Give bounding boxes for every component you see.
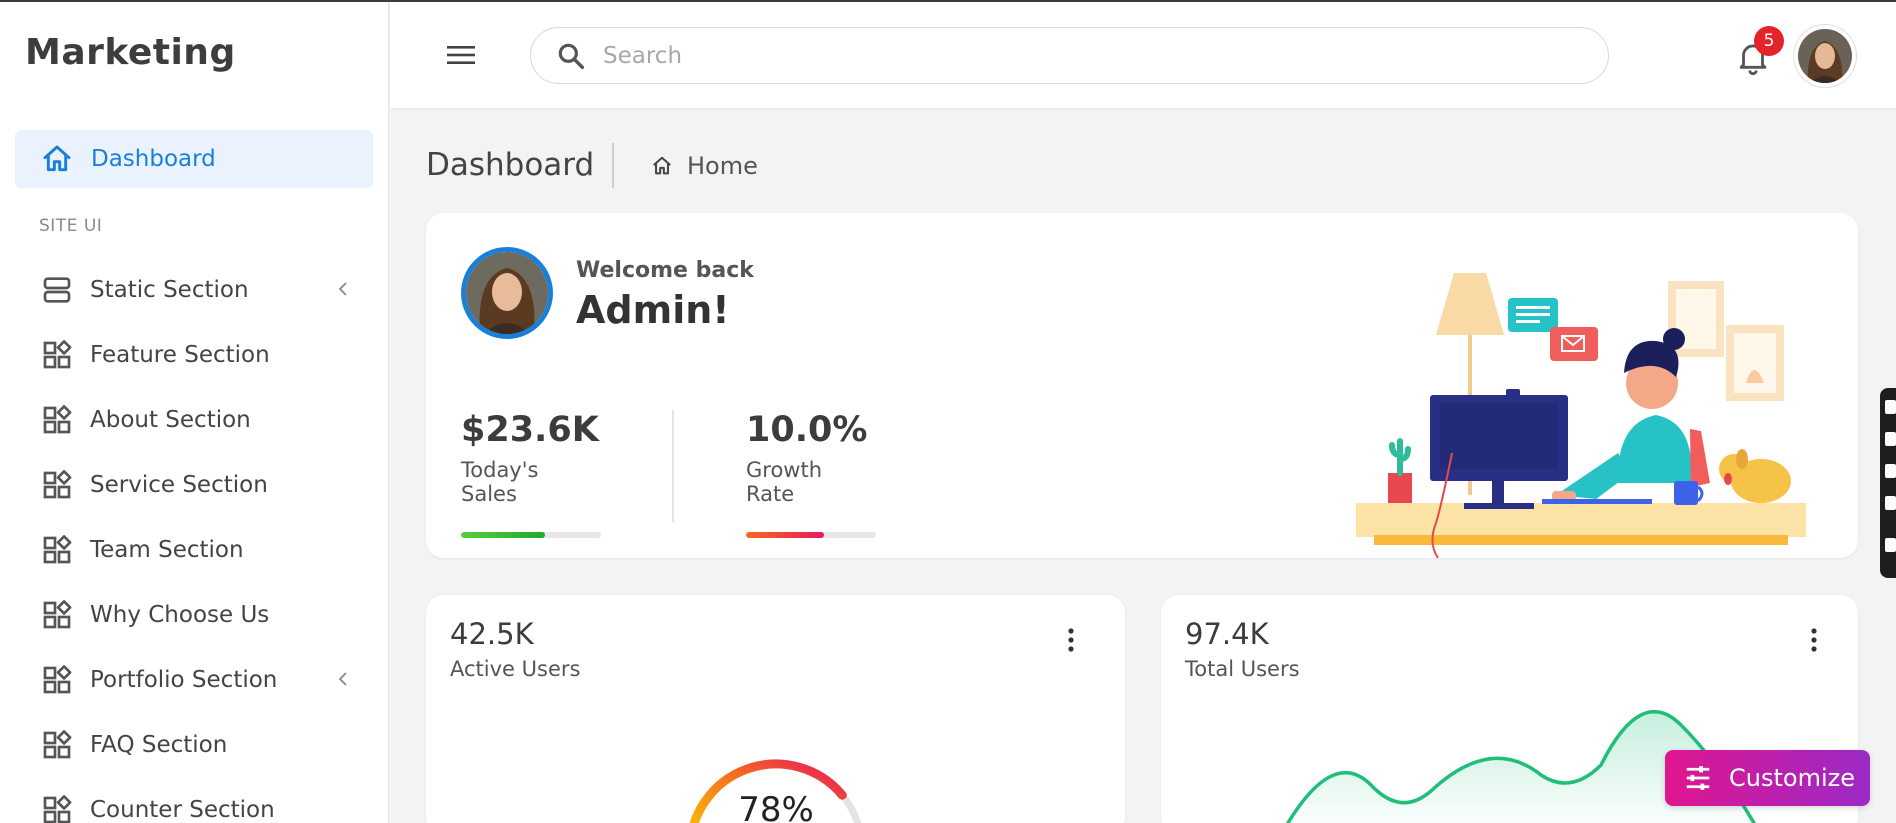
sidebar-nav-list: Static Section Feature Section About Sec… <box>0 257 388 823</box>
widgets-icon <box>43 729 72 758</box>
active-users-value: 42.5K <box>450 617 534 651</box>
sidebar-item-static-section[interactable]: Static Section <box>0 257 388 322</box>
page-title: Dashboard <box>426 147 595 183</box>
tune-icon <box>1686 766 1710 790</box>
tool-icon[interactable] <box>1885 400 1896 414</box>
stat-value: $23.6K <box>461 410 599 450</box>
avatar-image <box>1798 29 1852 83</box>
stat-growth-rate: 10.0% Growth Rate <box>746 410 876 538</box>
user-avatar[interactable] <box>1793 24 1857 88</box>
search-box <box>530 27 1609 84</box>
sidebar-item-about-section[interactable]: About Section <box>0 387 388 452</box>
welcome-subtitle: Welcome back <box>576 258 754 283</box>
sidebar-item-label: FAQ Section <box>90 731 228 758</box>
more-vertical-icon[interactable] <box>1809 627 1819 653</box>
welcome-name: Admin! <box>576 288 730 332</box>
growth-progress-bar <box>746 532 876 538</box>
sidebar-item-dashboard[interactable]: Dashboard <box>15 130 373 188</box>
widgets-icon <box>43 599 72 628</box>
sidebar-item-label: Dashboard <box>91 146 216 172</box>
tool-icon[interactable] <box>1885 496 1896 510</box>
home-icon <box>653 156 671 175</box>
sidebar-item-label: Service Section <box>90 471 268 498</box>
heading-divider <box>612 143 614 188</box>
breadcrumb-home: Home <box>687 152 758 180</box>
breadcrumb[interactable]: Home <box>651 152 758 180</box>
search-icon <box>558 43 585 69</box>
tool-icon[interactable] <box>1885 432 1896 446</box>
widgets-icon <box>43 794 72 823</box>
progress-fill <box>461 532 545 538</box>
sidebar: Marketing Dashboard SITE UI Static Secti… <box>0 2 389 823</box>
welcome-avatar <box>461 247 553 339</box>
sidebar-item-why-choose-us[interactable]: Why Choose Us <box>0 582 388 647</box>
total-users-value: 97.4K <box>1185 617 1269 651</box>
top-header: 5 <box>390 2 1896 108</box>
welcome-card: Welcome back Admin! $23.6K Today's Sales… <box>426 213 1858 558</box>
widgets-icon <box>43 664 72 693</box>
active-users-label: Active Users <box>450 657 581 681</box>
server-icon <box>43 276 71 303</box>
sidebar-item-service-section[interactable]: Service Section <box>0 452 388 517</box>
stat-label: Today's Sales <box>461 458 539 506</box>
chevron-left-icon <box>338 282 347 296</box>
sidebar-item-label: Static Section <box>90 276 249 303</box>
sidebar-item-feature-section[interactable]: Feature Section <box>0 322 388 387</box>
stat-todays-sales: $23.6K Today's Sales <box>461 410 601 538</box>
brand-title: Marketing <box>25 32 236 73</box>
top-border <box>0 0 1896 2</box>
notification-badge: 5 <box>1754 26 1784 56</box>
customize-label: Customize <box>1729 764 1855 792</box>
sidebar-item-label: Portfolio Section <box>90 666 278 693</box>
widgets-icon <box>43 339 72 368</box>
search-input[interactable] <box>603 42 1563 69</box>
sidebar-item-label: Counter Section <box>90 796 275 823</box>
side-toolbar[interactable] <box>1880 388 1896 578</box>
sidebar-item-faq-section[interactable]: FAQ Section <box>0 712 388 777</box>
more-vertical-icon[interactable] <box>1066 627 1076 653</box>
stat-value: 10.0% <box>746 410 868 450</box>
workspace-illustration <box>1356 273 1806 558</box>
customize-button[interactable]: Customize <box>1665 750 1870 806</box>
hamburger-menu-icon[interactable] <box>444 40 478 70</box>
stat-divider <box>672 410 674 522</box>
widgets-icon <box>43 404 72 433</box>
tool-icon[interactable] <box>1885 464 1896 478</box>
sidebar-section-title: SITE UI <box>39 216 103 236</box>
sidebar-item-portfolio-section[interactable]: Portfolio Section <box>0 647 388 712</box>
gauge-percent: 78% <box>738 790 814 823</box>
total-users-label: Total Users <box>1185 657 1300 681</box>
sales-progress-bar <box>461 532 601 538</box>
sidebar-item-label: About Section <box>90 406 251 433</box>
sidebar-item-label: Team Section <box>90 536 244 563</box>
stat-label: Growth Rate <box>746 458 823 506</box>
widgets-icon <box>43 534 72 563</box>
widgets-icon <box>43 469 72 498</box>
sidebar-item-label: Why Choose Us <box>90 601 270 628</box>
tool-icon[interactable] <box>1885 538 1896 552</box>
home-icon <box>43 145 71 172</box>
sidebar-item-team-section[interactable]: Team Section <box>0 517 388 582</box>
sidebar-item-counter-section[interactable]: Counter Section <box>0 777 388 823</box>
avatar-image <box>466 252 548 334</box>
active-users-card: 42.5K Active Users 78% <box>426 595 1125 823</box>
progress-fill <box>746 532 824 538</box>
sidebar-item-label: Feature Section <box>90 341 270 368</box>
chevron-left-icon <box>338 672 347 686</box>
